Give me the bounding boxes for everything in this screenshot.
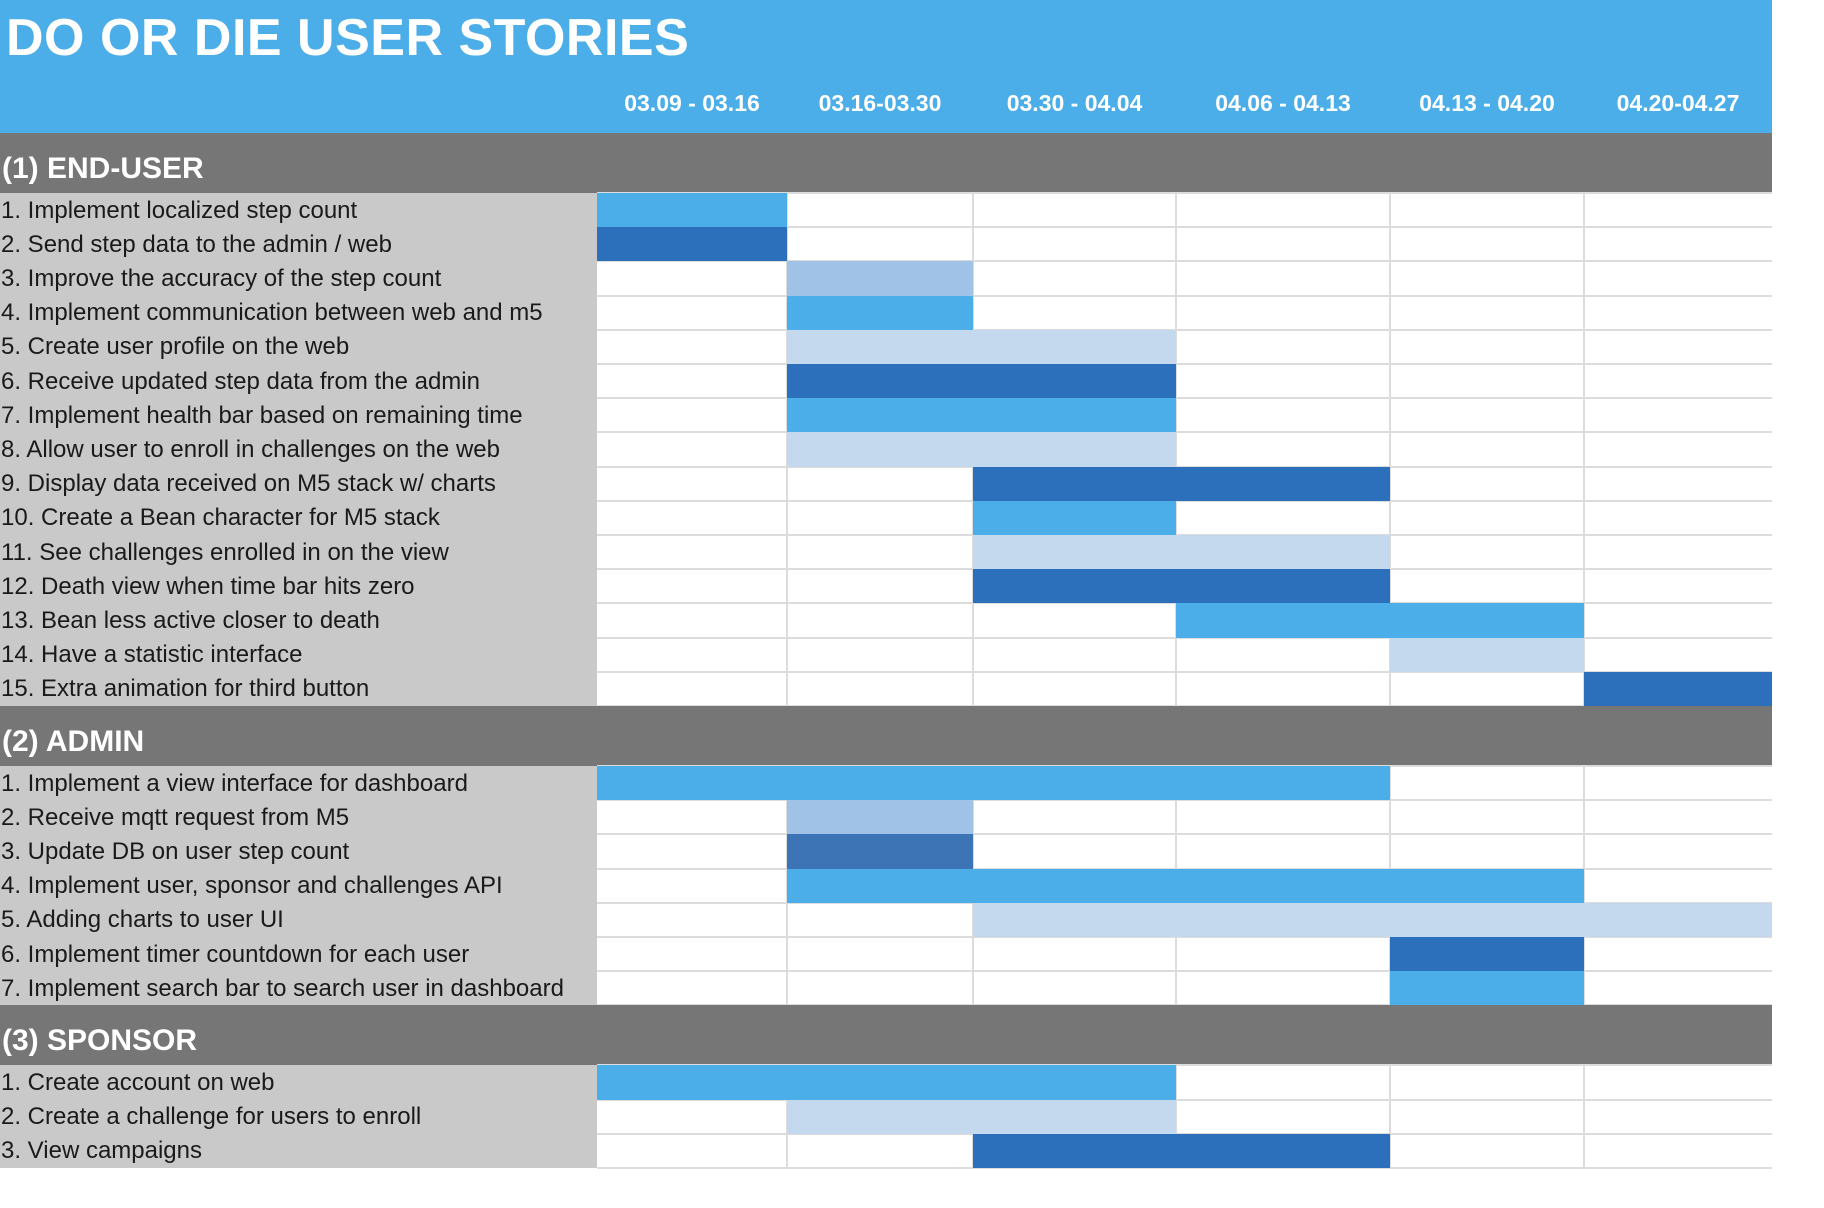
- task-bar: [787, 261, 973, 296]
- task-bar: [973, 466, 1390, 501]
- grid-row-line: [597, 294, 1772, 297]
- task-bar: [597, 766, 1390, 801]
- task-bar: [787, 398, 1176, 433]
- task-label: 11. See challenges enrolled in on the vi…: [1, 538, 449, 566]
- task-label: 3. Improve the accuracy of the step coun…: [1, 264, 442, 292]
- task-label: 2. Receive mqtt request from M5: [1, 803, 350, 831]
- grid-row-line: [597, 363, 1772, 365]
- task-bar: [787, 364, 1176, 399]
- task-bar: [973, 569, 1390, 604]
- task-bar: [1584, 671, 1772, 706]
- task-label: 9. Display data received on M5 stack w/ …: [1, 470, 496, 498]
- task-label: 8. Allow user to enroll in challenges on…: [1, 435, 500, 463]
- grid-row-line: [597, 431, 1772, 434]
- task-label: 14. Have a statistic interface: [1, 641, 303, 669]
- task-label: 4. Implement user, sponsor and challenge…: [1, 872, 503, 900]
- section-title: (2) ADMIN: [2, 725, 145, 758]
- task-bar: [1390, 971, 1584, 1006]
- grid-column-line: [1583, 1065, 1585, 1168]
- section-title: (1) END-USER: [2, 152, 204, 185]
- task-bar: [597, 193, 787, 228]
- task-label: 1. Create account on web: [1, 1068, 275, 1096]
- task-label: 6. Receive updated step data from the ad…: [1, 367, 480, 395]
- section-title: (3) SPONSOR: [2, 1024, 198, 1058]
- task-label: 7. Implement search bar to search user i…: [1, 974, 564, 1002]
- task-label: 5. Create user profile on the web: [1, 333, 350, 361]
- task-label: 3. Update DB on user step count: [1, 837, 350, 865]
- task-label: 10. Create a Bean character for M5 stack: [1, 504, 440, 532]
- task-bar: [787, 834, 973, 869]
- task-label: 2. Send step data to the admin / web: [1, 230, 392, 258]
- task-bar: [973, 902, 1772, 937]
- task-label: 2. Create a challenge for users to enrol…: [1, 1103, 422, 1131]
- grid-row-line: [597, 970, 1772, 973]
- task-bar: [787, 800, 973, 835]
- task-label: 6. Implement timer countdown for each us…: [1, 940, 470, 968]
- task-label: 4. Implement communication between web a…: [1, 299, 543, 327]
- section-band: [0, 1005, 1772, 1066]
- task-bar: [787, 295, 973, 330]
- section-band: [0, 706, 1772, 766]
- task-label: 5. Adding charts to user UI: [1, 906, 284, 934]
- task-bar: [787, 1099, 1176, 1134]
- task-label: 7. Implement health bar based on remaini…: [1, 401, 523, 429]
- grid-row-line: [597, 833, 1772, 836]
- task-bar: [787, 868, 1584, 903]
- task-bar: [1390, 637, 1584, 672]
- task-label: 15. Extra animation for third button: [1, 675, 370, 703]
- task-bar: [973, 535, 1390, 570]
- task-label: 1. Implement localized step count: [1, 196, 358, 224]
- task-label: 13. Bean less active closer to death: [1, 606, 380, 634]
- task-bar: [597, 227, 787, 262]
- task-bar: [597, 1065, 1176, 1100]
- grid-row-line: [597, 328, 1772, 331]
- task-bar: [787, 432, 1176, 467]
- section-band: [0, 133, 1772, 193]
- task-bar: [973, 500, 1176, 535]
- gantt-grid: (1) END-USER 1. Implement localized step …: [0, 0, 1824, 1208]
- task-bar: [973, 1133, 1390, 1168]
- grid-row-line: [597, 397, 1772, 400]
- task-bar: [1176, 603, 1584, 638]
- task-bar: [787, 329, 1176, 364]
- task-label: 3. View campaigns: [1, 1137, 202, 1165]
- task-label: 1. Implement a view interface for dashbo…: [1, 769, 468, 797]
- task-label: 12. Death view when time bar hits zero: [1, 572, 415, 600]
- task-bar: [1390, 937, 1584, 972]
